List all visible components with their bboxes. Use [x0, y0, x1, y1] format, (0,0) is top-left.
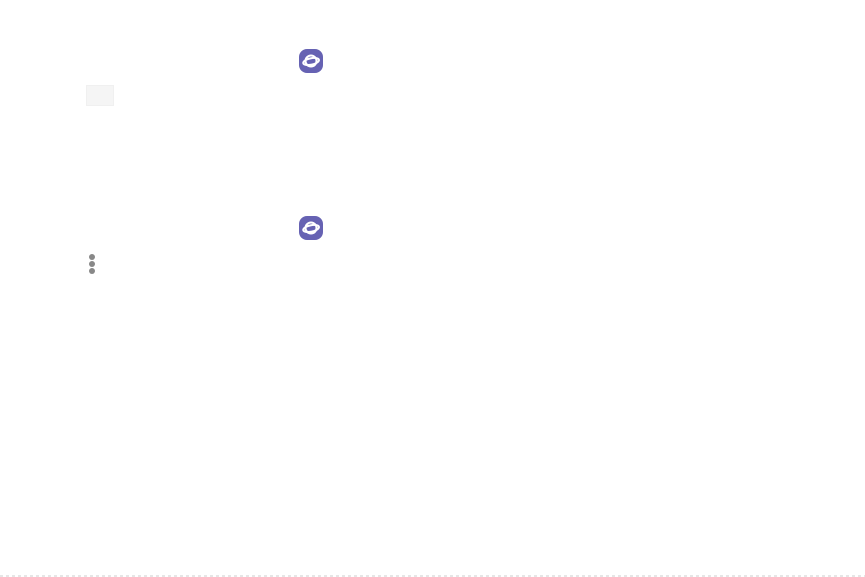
more-vertical-icon[interactable]	[86, 252, 98, 276]
planet-glyph	[299, 49, 323, 73]
dot	[89, 254, 95, 260]
samsung-internet-icon[interactable]	[299, 49, 323, 73]
planet-glyph	[299, 216, 323, 240]
page	[0, 0, 865, 577]
tabs-icon[interactable]	[86, 85, 114, 106]
dot	[89, 268, 95, 274]
samsung-internet-icon[interactable]	[299, 216, 323, 240]
dot	[89, 261, 95, 267]
